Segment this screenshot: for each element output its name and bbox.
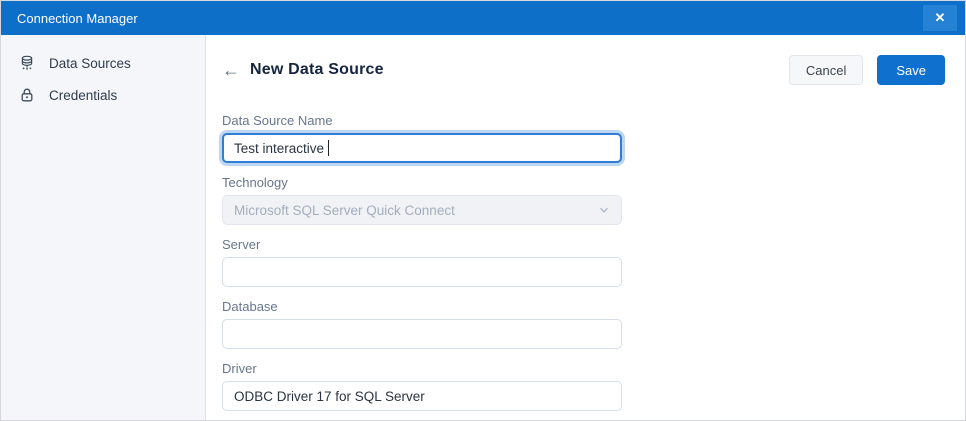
sidebar-item-data-sources[interactable]: Data Sources: [1, 47, 205, 79]
technology-label: Technology: [222, 175, 622, 190]
database-input[interactable]: [222, 319, 622, 349]
cancel-button[interactable]: Cancel: [789, 55, 863, 85]
close-icon: ✕: [935, 10, 946, 26]
field-database: Database: [222, 299, 622, 349]
window-body: Data Sources Credentials ←: [1, 35, 965, 420]
database-icon: [18, 54, 36, 72]
sidebar-item-credentials[interactable]: Credentials: [1, 79, 205, 111]
sidebar-item-label: Data Sources: [49, 56, 131, 71]
page-header: ← New Data Source Cancel Save: [222, 55, 945, 85]
driver-input[interactable]: [222, 381, 622, 411]
connection-manager-window: Connection Manager ✕ Data: [0, 0, 966, 421]
data-source-name-wrap: [222, 133, 622, 163]
server-label: Server: [222, 237, 622, 252]
back-button[interactable]: ←: [222, 61, 240, 79]
page-header-actions: Cancel Save: [789, 55, 945, 85]
main-panel: ← New Data Source Cancel Save Data Sourc…: [206, 35, 965, 420]
driver-label: Driver: [222, 361, 622, 376]
field-technology: Technology Microsoft SQL Server Quick Co…: [222, 175, 622, 225]
back-arrow-icon: ←: [222, 60, 240, 80]
field-driver: Driver: [222, 361, 622, 411]
lock-icon: [18, 86, 36, 104]
field-server: Server: [222, 237, 622, 287]
database-label: Database: [222, 299, 622, 314]
technology-select: Microsoft SQL Server Quick Connect: [222, 195, 622, 225]
data-source-name-input[interactable]: [222, 133, 622, 163]
text-cursor: [328, 140, 329, 156]
titlebar: Connection Manager ✕: [1, 1, 965, 35]
sidebar: Data Sources Credentials: [1, 35, 206, 420]
window-title: Connection Manager: [17, 11, 138, 26]
save-button[interactable]: Save: [877, 55, 945, 85]
sidebar-item-label: Credentials: [49, 88, 117, 103]
close-button[interactable]: ✕: [923, 5, 957, 31]
page-header-left: ← New Data Source: [222, 61, 384, 79]
server-input[interactable]: [222, 257, 622, 287]
new-data-source-form: Data Source Name Technology Microsoft SQ…: [222, 113, 622, 411]
data-source-name-label: Data Source Name: [222, 113, 622, 128]
field-data-source-name: Data Source Name: [222, 113, 622, 163]
page-title: New Data Source: [250, 61, 384, 79]
chevron-down-icon: [598, 204, 610, 216]
technology-selected-value: Microsoft SQL Server Quick Connect: [234, 203, 455, 218]
